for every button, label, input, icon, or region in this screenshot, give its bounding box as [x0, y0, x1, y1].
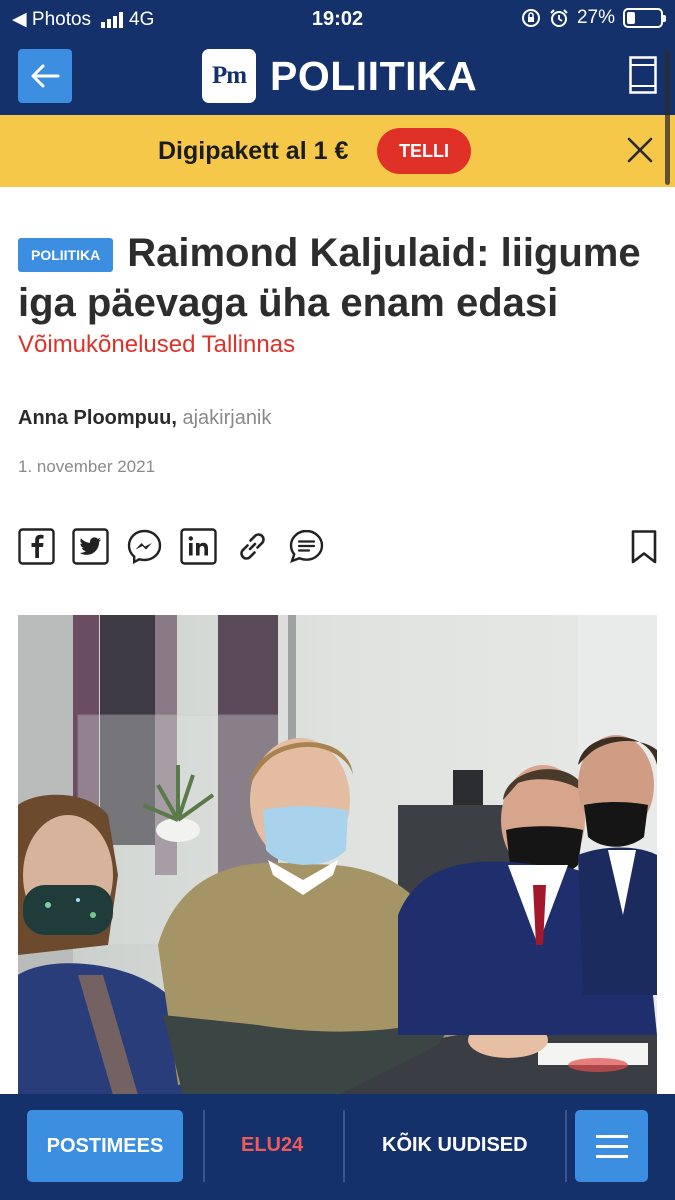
category-tag[interactable]: POLIITIKA [18, 238, 114, 272]
scrollbar[interactable] [665, 50, 670, 185]
article-headline: POLIITIKA Raimond Kaljulaid: liigume iga … [18, 228, 658, 328]
back-button[interactable] [18, 49, 72, 103]
arrow-left-icon [31, 64, 60, 88]
section-title: POLIITIKA [270, 52, 478, 99]
brand[interactable]: Pm POLIITIKA [202, 49, 477, 103]
epaper-icon[interactable] [629, 56, 657, 94]
share-bar [18, 528, 325, 565]
nav-divider [565, 1110, 567, 1182]
menu-line [595, 1144, 628, 1148]
subscription-banner: Digipakett al 1 € TELLI [0, 115, 675, 187]
article-subhead[interactable]: Võimukõnelused Tallinnas [18, 331, 658, 359]
publish-date: 1. november 2021 [18, 457, 156, 476]
close-icon[interactable] [626, 136, 654, 164]
article-photo[interactable] [18, 615, 657, 1095]
twitter-icon[interactable] [72, 528, 109, 565]
facebook-icon[interactable] [18, 528, 55, 565]
messenger-icon[interactable] [126, 528, 163, 565]
promo-text: Digipakett al 1 € [158, 137, 349, 165]
battery-icon [623, 8, 666, 28]
comment-icon[interactable] [288, 528, 325, 565]
orientation-lock-icon [521, 9, 540, 27]
nav-postimees-button[interactable]: POSTIMEES [27, 1110, 183, 1182]
alarm-icon [550, 9, 568, 27]
photo-illustration [18, 615, 657, 1095]
bottom-navigation: POSTIMEES ELU24 KÕIK UUDISED [0, 1094, 675, 1200]
hamburger-menu-button[interactable] [575, 1110, 648, 1182]
app-header: Pm POLIITIKA [0, 38, 675, 115]
subscribe-button[interactable]: TELLI [377, 128, 471, 174]
postimees-logo: Pm [202, 49, 256, 103]
link-icon[interactable] [234, 528, 271, 565]
linkedin-icon[interactable] [180, 528, 217, 565]
nav-divider [343, 1110, 345, 1182]
menu-line [595, 1154, 628, 1158]
nav-divider [203, 1110, 205, 1182]
bookmark-icon[interactable] [630, 529, 658, 565]
nav-elu24-link[interactable]: ELU24 [241, 1134, 303, 1157]
author-line: Anna Ploompuu, ajakirjanik [18, 407, 271, 430]
article-header: POLIITIKA Raimond Kaljulaid: liigume iga … [18, 228, 658, 359]
author-name[interactable]: Anna Ploompuu, [18, 407, 177, 429]
author-role: ajakirjanik [182, 407, 272, 429]
battery-percent: 27% [576, 7, 615, 28]
nav-all-news-link[interactable]: KÕIK UUDISED [382, 1134, 528, 1157]
status-bar: ◀ Photos 4G 19:02 27% [0, 0, 675, 38]
menu-line [595, 1134, 628, 1138]
